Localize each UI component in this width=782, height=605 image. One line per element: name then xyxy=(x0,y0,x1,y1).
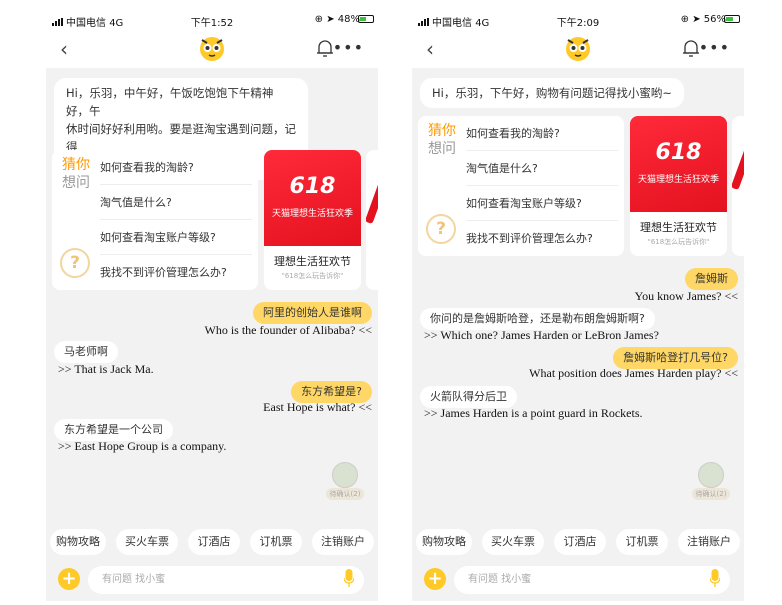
promo-subtitle: "618怎么玩告诉你" xyxy=(647,238,710,246)
suggested-question[interactable]: 如何查看我的淘龄? xyxy=(466,116,618,151)
bell-icon[interactable] xyxy=(316,38,334,58)
plus-icon[interactable]: + xyxy=(58,568,80,590)
back-icon[interactable]: ‹ xyxy=(426,37,434,61)
nav-bar: ‹ ••• xyxy=(46,30,378,68)
bell-icon[interactable] xyxy=(682,38,700,58)
guess-questions-card: 猜你 想问 ? 如何查看我的淘龄? 淘气值是什么? 如何查看淘宝账户等级? 我找… xyxy=(52,150,258,290)
nav-bar: ‹ ••• xyxy=(412,30,744,68)
chip-cancel-account[interactable]: 注销账户 xyxy=(678,529,740,555)
next-card-peek[interactable] xyxy=(366,150,378,290)
bot-translation: >> James Harden is a point guard in Rock… xyxy=(424,406,643,420)
question-icon: ? xyxy=(426,214,456,244)
promo-small-text: 天猫理想生活狂欢季 xyxy=(271,209,353,219)
next-card-peek[interactable] xyxy=(732,116,744,256)
greeting-bubble: Hi，乐羽，下午好，购物有问题记得找小蜜哟~ xyxy=(420,78,684,108)
floating-assistant-button[interactable]: 待确认(2) xyxy=(692,462,730,502)
chip-cancel-account[interactable]: 注销账户 xyxy=(312,529,374,555)
greeting-line: Hi，乐羽，中午好，午饭吃饱饱下午精神好，午 xyxy=(66,86,274,118)
promo-banner: 618 天猫理想生活狂欢季 xyxy=(264,150,361,246)
question-icon: ? xyxy=(60,248,90,278)
bot-message: 马老师啊 xyxy=(54,341,118,363)
chip-shopping-guide[interactable]: 购物攻略 xyxy=(50,529,106,555)
guess-title-2: 想问 xyxy=(428,141,456,157)
battery-percent: 56% xyxy=(703,14,726,25)
promo-card-618[interactable]: 618 天猫理想生活狂欢季 理想生活狂欢节 "618怎么玩告诉你" xyxy=(630,116,727,256)
promo-banner: 618 天猫理想生活狂欢季 xyxy=(630,116,727,212)
chat-screen-left: 中国电信 4G 下午1:52 ⊕ ➤ 48% ‹ ••• Hi，乐羽，中午好，午… xyxy=(46,10,378,601)
status-bar: 中国电信 4G 下午2:09 ⊕ ➤ 56% xyxy=(412,10,744,30)
guess-title-1: 猜你 xyxy=(62,157,90,173)
chip-shopping-guide[interactable]: 购物攻略 xyxy=(416,529,472,555)
bot-translation: >> Which one? James Harden or LeBron Jam… xyxy=(424,328,659,342)
chip-hotel[interactable]: 订酒店 xyxy=(188,529,240,555)
promo-title: 理想生活狂欢节 xyxy=(274,255,351,268)
guess-title-2: 想问 xyxy=(62,175,90,191)
suggested-question[interactable]: 我找不到评价管理怎么办? xyxy=(100,255,252,290)
floating-assistant-label: 待确认(2) xyxy=(326,488,364,500)
battery-level xyxy=(360,17,366,21)
battery-icon xyxy=(358,15,374,23)
promo-title: 理想生活狂欢节 xyxy=(640,221,717,234)
promo-card-618[interactable]: 618 天猫理想生活狂欢季 理想生活狂欢节 "618怎么玩告诉你" xyxy=(264,150,361,290)
microphone-icon[interactable] xyxy=(710,569,720,587)
message-input[interactable]: 有问题 找小蜜 xyxy=(88,566,364,594)
bot-message: 火箭队得分后卫 xyxy=(420,386,517,408)
battery-level xyxy=(726,17,733,21)
more-icon[interactable]: ••• xyxy=(333,38,364,57)
promo-small-text: 天猫理想生活狂欢季 xyxy=(637,175,719,185)
user-translation: East Hope is what? << xyxy=(263,400,372,414)
assistant-avatar-icon xyxy=(698,462,724,488)
mascot-logo-icon xyxy=(200,37,224,61)
suggested-question[interactable]: 我找不到评价管理怎么办? xyxy=(466,221,618,256)
battery-icon xyxy=(724,15,740,23)
chip-train-tickets[interactable]: 买火车票 xyxy=(482,529,544,555)
promo-big-text: 618 xyxy=(655,140,702,165)
guess-questions-card: 猜你 想问 ? 如何查看我的淘龄? 淘气值是什么? 如何查看淘宝账户等级? 我找… xyxy=(418,116,624,256)
suggested-question[interactable]: 淘气值是什么? xyxy=(466,151,618,186)
floating-assistant-label: 待确认(2) xyxy=(692,488,730,500)
quick-chips: 购物攻略 买火车票 订酒店 订机票 注销账户 xyxy=(412,529,744,557)
promo-big-text: 618 xyxy=(289,174,336,199)
microphone-icon[interactable] xyxy=(344,569,354,587)
suggested-question[interactable]: 淘气值是什么? xyxy=(100,185,252,220)
guess-title-1: 猜你 xyxy=(428,123,456,139)
chip-train-tickets[interactable]: 买火车票 xyxy=(116,529,178,555)
suggested-question[interactable]: 如何查看淘宝账户等级? xyxy=(466,186,618,221)
bot-message: 你问的是詹姆斯哈登，还是勒布朗詹姆斯啊? xyxy=(420,308,655,330)
input-bar: + 有问题 找小蜜 xyxy=(412,564,744,601)
chip-hotel[interactable]: 订酒店 xyxy=(554,529,606,555)
user-translation: What position does James Harden play? << xyxy=(529,366,738,380)
user-message: 詹姆斯 xyxy=(685,268,738,290)
user-translation: Who is the founder of Alibaba? << xyxy=(204,323,373,337)
suggested-question[interactable]: 如何查看淘宝账户等级? xyxy=(100,220,252,255)
input-bar: + 有问题 找小蜜 xyxy=(46,564,378,601)
bot-translation: >> That is Jack Ma. xyxy=(58,362,154,376)
user-message: 阿里的创始人是谁啊 xyxy=(253,302,372,324)
chip-flights[interactable]: 订机票 xyxy=(250,529,302,555)
chat-screen-right: 中国电信 4G 下午2:09 ⊕ ➤ 56% ‹ ••• Hi，乐羽，下午好，购… xyxy=(412,10,744,601)
battery-percent: 48% xyxy=(337,14,360,25)
quick-chips: 购物攻略 买火车票 订酒店 订机票 注销账户 xyxy=(46,529,378,557)
assistant-avatar-icon xyxy=(332,462,358,488)
back-icon[interactable]: ‹ xyxy=(60,37,68,61)
location-icon: ⊕ ➤ xyxy=(680,14,701,25)
bot-message: 东方希望是一个公司 xyxy=(54,419,173,441)
plus-icon[interactable]: + xyxy=(424,568,446,590)
more-icon[interactable]: ••• xyxy=(699,38,730,57)
user-translation: You know James? << xyxy=(634,289,738,303)
status-bar: 中国电信 4G 下午1:52 ⊕ ➤ 48% xyxy=(46,10,378,30)
promo-subtitle: "618怎么玩告诉你" xyxy=(281,272,344,280)
floating-assistant-button[interactable]: 待确认(2) xyxy=(326,462,364,502)
bot-translation: >> East Hope Group is a company. xyxy=(58,439,227,453)
mascot-logo-icon xyxy=(566,37,590,61)
suggested-question[interactable]: 如何查看我的淘龄? xyxy=(100,150,252,185)
chip-flights[interactable]: 订机票 xyxy=(616,529,668,555)
location-icon: ⊕ ➤ xyxy=(314,14,335,25)
message-input[interactable]: 有问题 找小蜜 xyxy=(454,566,730,594)
